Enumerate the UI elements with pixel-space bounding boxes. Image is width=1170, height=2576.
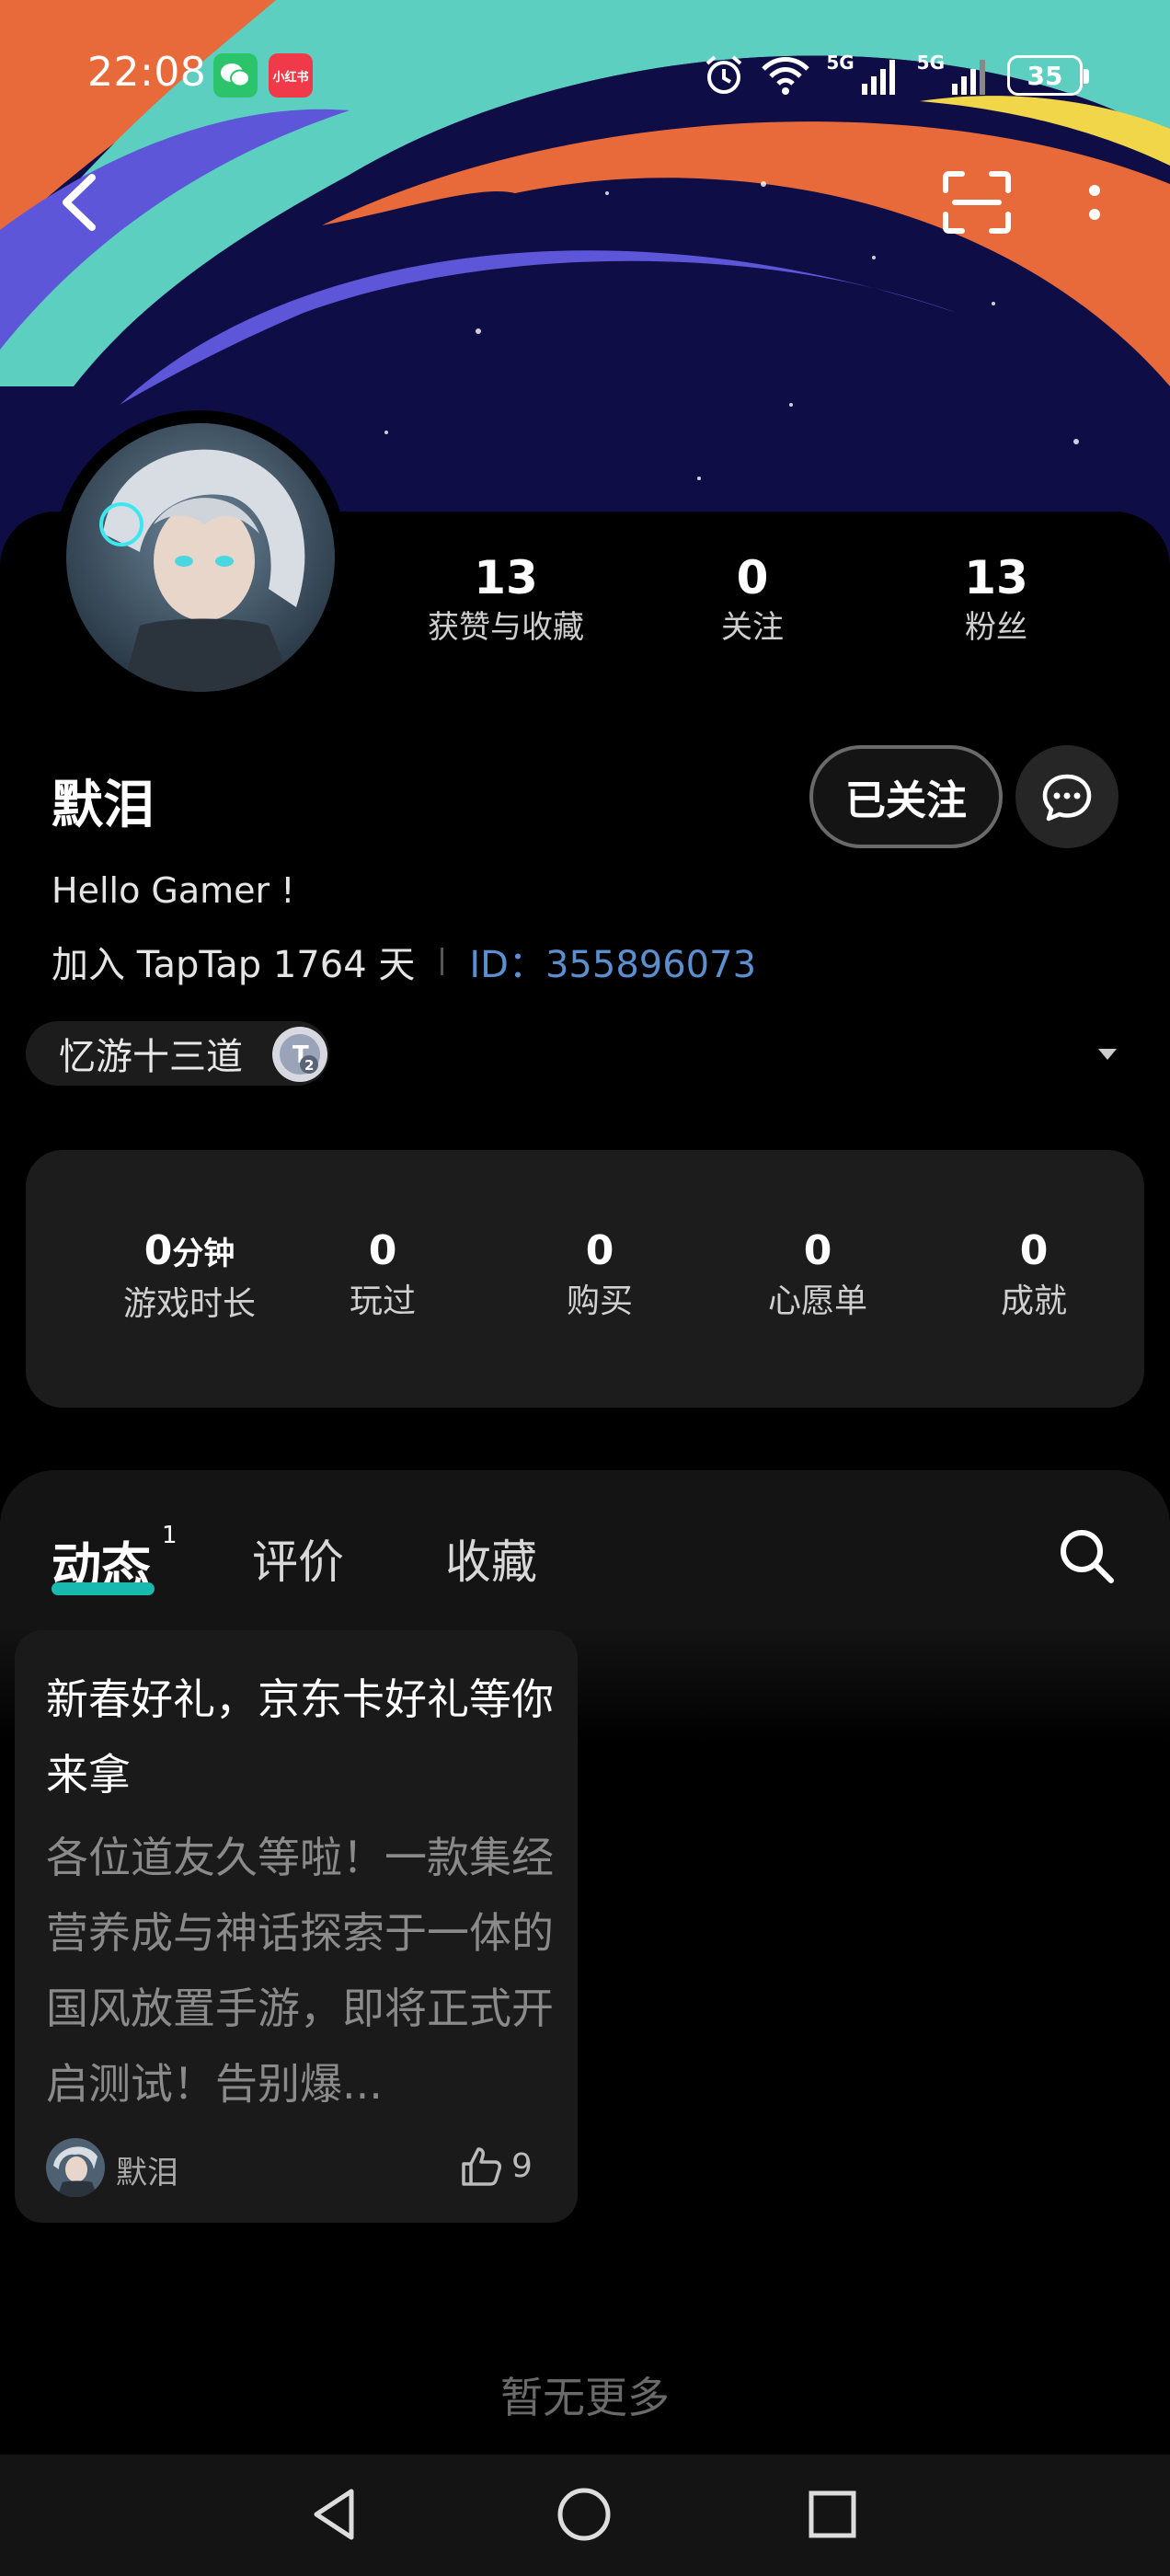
- circle-home-icon: [557, 2488, 611, 2541]
- nav-back-button[interactable]: [304, 2482, 368, 2547]
- join-duration: 加入 TapTap 1764 天: [52, 944, 416, 986]
- profile-avatar[interactable]: [53, 410, 348, 705]
- network-type-label: 5G: [916, 52, 945, 74]
- more-button[interactable]: [1076, 170, 1113, 235]
- alarm-icon: [705, 55, 742, 94]
- tab-favorites[interactable]: 收藏: [445, 1525, 537, 1592]
- guild-level-badge-icon: T2: [272, 1027, 327, 1082]
- scan-button[interactable]: [940, 170, 1014, 235]
- back-button[interactable]: [53, 170, 109, 235]
- stat-played[interactable]: 0 玩过: [281, 1224, 484, 1325]
- stat-value: 0分钟: [143, 1227, 235, 1274]
- stat-value: 0: [803, 1227, 832, 1274]
- status-time: 22:08: [87, 49, 207, 96]
- system-nav-bar: [0, 2455, 1170, 2576]
- triangle-back-icon: [314, 2489, 354, 2540]
- post-author-name[interactable]: 默泪: [116, 2147, 178, 2192]
- thumbs-up-icon[interactable]: [458, 2144, 504, 2190]
- stat-label: 成就: [1000, 1282, 1067, 1320]
- status-bar: 22:08 小红书 5G 5G 35: [0, 46, 1170, 103]
- status-indicators: 5G 5G 35: [703, 50, 1089, 101]
- nav-home-button[interactable]: [552, 2482, 616, 2547]
- nav-recents-button[interactable]: [800, 2482, 865, 2547]
- content-section: 动态 1 评价 收藏 新春好礼，京东卡好礼等你来拿 各位道友久等啦！一款集经营养…: [0, 1470, 1170, 2455]
- guild-name: 忆游十三道: [59, 1036, 243, 1078]
- guild-chip[interactable]: 忆游十三道 T2: [26, 1021, 329, 1086]
- stat-label: 玩过: [349, 1282, 416, 1320]
- no-more-label: 暂无更多: [500, 2373, 670, 2422]
- tab-reviews[interactable]: 评价: [252, 1525, 344, 1592]
- search-icon[interactable]: [1054, 1524, 1118, 1588]
- stat-value: 0: [368, 1227, 397, 1274]
- user-id[interactable]: ID：355896073: [469, 935, 756, 988]
- scan-icon: [943, 171, 1011, 234]
- stat-label: 关注: [721, 609, 784, 646]
- chat-bubble-icon: [1042, 774, 1092, 822]
- avatar-image: [66, 423, 335, 692]
- stat-followers[interactable]: 13 粉丝: [904, 548, 1088, 659]
- chevron-down-icon[interactable]: [1098, 1049, 1117, 1060]
- post-author-avatar[interactable]: [46, 2138, 105, 2197]
- wifi-icon: [762, 57, 810, 95]
- stat-purchased[interactable]: 0 购买: [499, 1224, 701, 1325]
- wechat-icon: [213, 53, 258, 98]
- stat-following[interactable]: 0 关注: [660, 548, 844, 659]
- stat-value: 13: [964, 551, 1028, 604]
- more-vertical-icon: [1089, 185, 1100, 220]
- following-button[interactable]: 已关注: [809, 745, 1003, 848]
- stat-achievements[interactable]: 0 成就: [933, 1224, 1135, 1325]
- post-title: 新春好礼，京东卡好礼等你来拿: [46, 1674, 554, 1800]
- stat-label: 游戏时长: [122, 1285, 256, 1323]
- stat-value: 0: [1019, 1227, 1049, 1274]
- signal-icon: [952, 60, 985, 95]
- stat-value: 0: [736, 551, 769, 604]
- profile-username: 默泪: [52, 776, 155, 835]
- network-type-label: 5G: [826, 52, 855, 74]
- square-recents-icon: [809, 2490, 856, 2538]
- profile-bio: Hello Gamer !: [52, 870, 295, 911]
- stat-label: 粉丝: [965, 609, 1027, 646]
- post-card[interactable]: 新春好礼，京东卡好礼等你来拿 各位道友久等啦！一款集经营养成与神话探索于一体的国…: [15, 1630, 578, 2223]
- post-like-count: 9: [511, 2147, 533, 2185]
- stat-wishlist[interactable]: 0 心愿单: [717, 1224, 919, 1325]
- game-stats-card: 0分钟 游戏时长 0 玩过 0 购买 0 心愿单 0 成就: [26, 1150, 1144, 1408]
- divider: [441, 948, 444, 975]
- stat-playtime[interactable]: 0分钟 游戏时长: [88, 1224, 291, 1328]
- tab-badge: 1: [162, 1522, 178, 1549]
- active-tab-indicator: [52, 1582, 155, 1595]
- signal-icon: [861, 60, 895, 95]
- stat-value: 0: [585, 1227, 614, 1274]
- xiaohongshu-icon: 小红书: [269, 53, 313, 98]
- stat-label: 购买: [566, 1282, 633, 1320]
- svg-text:2: 2: [304, 1057, 314, 1074]
- stat-label: 获赞与收藏: [428, 609, 584, 646]
- profile-meta: 加入 TapTap 1764 天 ID：355896073: [52, 935, 756, 988]
- stat-likes-favorites[interactable]: 13 获赞与收藏: [414, 548, 598, 659]
- post-body: 各位道友久等啦！一款集经营养成与神话探索于一体的国风放置手游，即将正式开启测试！…: [46, 1833, 554, 2109]
- stat-label: 心愿单: [767, 1282, 867, 1320]
- chevron-left-icon: [63, 174, 96, 231]
- stat-value: 13: [474, 551, 538, 604]
- message-button[interactable]: [1015, 745, 1118, 848]
- battery-indicator: 35: [1007, 55, 1089, 96]
